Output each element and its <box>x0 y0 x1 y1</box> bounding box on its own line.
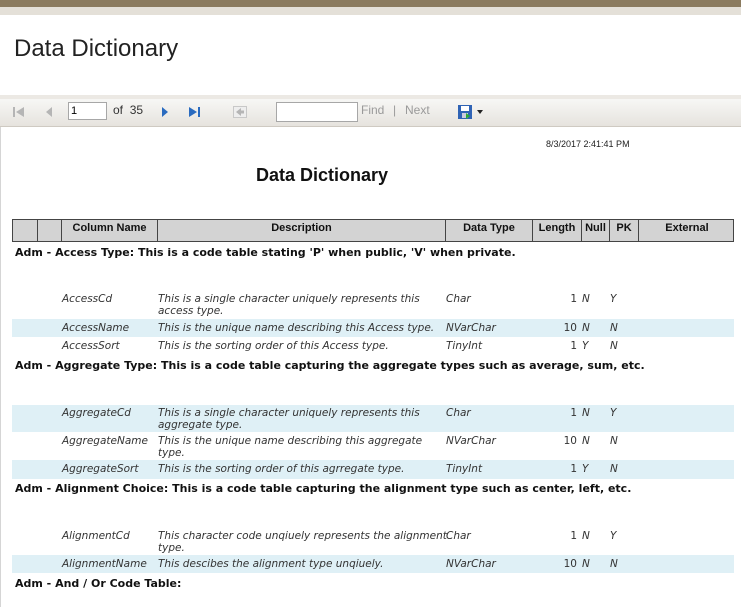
group-header: Adm - Aggregate Type: This is a code tab… <box>15 359 645 372</box>
column-type: NVarChar <box>446 435 496 447</box>
page-number-input[interactable] <box>68 102 107 120</box>
column-length: 1 <box>570 530 577 542</box>
column-description: This is the unique name describing this … <box>158 435 423 459</box>
column-description: This is the sorting order of this Access… <box>158 340 389 352</box>
column-name: AccessSort <box>62 340 120 352</box>
window-top-bar <box>0 0 741 7</box>
report-area: 8/3/2017 2:41:41 PM Data Dictionary Colu… <box>0 127 741 607</box>
export-save-icon[interactable] <box>456 104 474 120</box>
report-timestamp: 8/3/2017 2:41:41 PM <box>546 139 630 149</box>
table-row: AccessSort This is the sorting order of … <box>12 337 734 355</box>
column-pk: Y <box>610 407 617 419</box>
column-pk: N <box>610 322 618 334</box>
column-type: NVarChar <box>446 322 496 334</box>
header-description: Description <box>157 220 445 241</box>
report-title: Data Dictionary <box>256 165 389 185</box>
window-top-band <box>0 7 741 15</box>
table-header: Column Name Description Data Type Length… <box>12 219 734 242</box>
column-description: This is the unique name describing this … <box>158 322 435 334</box>
last-page-icon[interactable] <box>185 104 203 120</box>
column-name: AggregateName <box>62 435 148 447</box>
column-length: 1 <box>570 407 577 419</box>
column-null: Y <box>582 340 589 352</box>
find-input[interactable] <box>276 102 358 122</box>
column-description: This is a single character uniquely repr… <box>158 407 420 431</box>
table-row: AccessCd This is a single character uniq… <box>12 292 734 318</box>
table-row: AggregateCd This is a single character u… <box>12 405 734 432</box>
header-blank-2 <box>37 220 61 241</box>
dropdown-arrow-icon[interactable] <box>476 104 484 120</box>
column-null: N <box>582 435 590 447</box>
column-length: 1 <box>570 293 577 305</box>
column-length: 1 <box>570 340 577 352</box>
column-length: 10 <box>563 435 577 447</box>
column-length: 10 <box>563 558 577 570</box>
column-null: N <box>582 558 590 570</box>
column-name: AggregateCd <box>62 407 131 419</box>
title-banner: Data Dictionary <box>0 15 741 96</box>
table-row: AggregateName This is the unique name de… <box>12 432 734 460</box>
column-type: Char <box>446 293 471 305</box>
column-pk: N <box>610 340 618 352</box>
column-type: TinyInt <box>446 340 483 352</box>
header-column-name: Column Name <box>61 220 157 241</box>
previous-page-icon[interactable] <box>41 104 57 120</box>
find-button[interactable]: Find <box>361 103 384 117</box>
column-pk: N <box>610 435 618 447</box>
column-type: Char <box>446 530 471 542</box>
header-blank-1 <box>13 220 37 241</box>
column-description: This is the sorting order of this agrreg… <box>158 463 405 475</box>
column-length: 1 <box>570 463 577 475</box>
header-pk: PK <box>609 220 638 241</box>
page-title: Data Dictionary <box>14 35 179 62</box>
column-name: AlignmentCd <box>62 530 130 542</box>
column-null: N <box>582 322 590 334</box>
header-data-type: Data Type <box>445 220 532 241</box>
report-toolbar: of 35 Find | Next <box>0 99 741 127</box>
column-pk: Y <box>610 293 617 305</box>
table-row: AccessName This is the unique name descr… <box>12 319 734 337</box>
table-row: AlignmentName This descibes the alignmen… <box>12 555 734 573</box>
column-description: This is a single character uniquely repr… <box>158 293 420 317</box>
group-header: Adm - Access Type: This is a code table … <box>15 246 516 259</box>
column-name: AggregateSort <box>62 463 139 475</box>
table-row: AlignmentCd This character code unqiuely… <box>12 528 734 555</box>
column-description: This descibes the alignment type unqiuel… <box>158 558 384 570</box>
column-type: NVarChar <box>446 558 496 570</box>
header-external: External <box>638 220 735 241</box>
column-null: N <box>582 293 590 305</box>
group-header: Adm - And / Or Code Table: <box>15 577 182 590</box>
column-null: Y <box>582 463 589 475</box>
toolbar-separator: | <box>393 103 397 117</box>
column-pk: Y <box>610 530 617 542</box>
column-null: N <box>582 407 590 419</box>
first-page-icon[interactable] <box>11 104 27 120</box>
table-row: AggregateSort This is the sorting order … <box>12 460 734 479</box>
next-page-icon[interactable] <box>157 104 173 120</box>
header-length: Length <box>532 220 581 241</box>
column-type: Char <box>446 407 471 419</box>
column-name: AccessName <box>62 322 130 334</box>
column-pk: N <box>610 463 618 475</box>
page-count-label: of 35 <box>113 103 144 117</box>
group-header: Adm - Alignment Choice: This is a code t… <box>15 482 632 495</box>
column-description: This character code unqiuely represents … <box>158 530 447 554</box>
column-name: AlignmentName <box>62 558 147 570</box>
back-icon[interactable] <box>232 104 248 120</box>
column-type: TinyInt <box>446 463 483 475</box>
column-name: AccessCd <box>62 293 113 305</box>
find-next-button[interactable]: Next <box>405 103 430 117</box>
column-pk: N <box>610 558 618 570</box>
header-null: Null <box>581 220 609 241</box>
column-null: N <box>582 530 590 542</box>
column-length: 10 <box>563 322 577 334</box>
